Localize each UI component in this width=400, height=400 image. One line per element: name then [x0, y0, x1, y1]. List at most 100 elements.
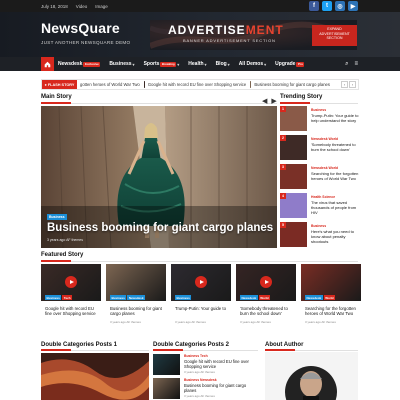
trending-title[interactable]: Here's what you need to know about penal…	[311, 229, 359, 244]
trending-category[interactable]: Newsdesk World	[311, 137, 338, 141]
author-avatar[interactable]	[265, 352, 358, 400]
nav-tag: Breaking	[160, 61, 177, 67]
featured-title[interactable]: Trump-Putin: Your guide to	[175, 306, 231, 311]
topbar-link-video[interactable]: Video	[76, 4, 87, 9]
youtube-icon[interactable]: ▶	[348, 1, 358, 11]
category-badge[interactable]: Tech	[62, 295, 73, 300]
ticker-next-button[interactable]: ›	[349, 81, 356, 88]
play-icon[interactable]	[65, 276, 77, 288]
nav-item-upgrade[interactable]: Upgrade Pro	[275, 61, 305, 67]
main-story-prev-icon[interactable]: ◀	[262, 97, 267, 105]
topbar-link-image[interactable]: Image	[95, 4, 108, 9]
nav-item-sports[interactable]: Sports Breaking ▾	[144, 61, 180, 67]
category-badge[interactable]: Newsdesk	[305, 295, 323, 300]
trending-item[interactable]: 4 Health Science The virus that saved thou…	[280, 193, 358, 220]
trending-category[interactable]: Business	[311, 224, 326, 228]
post-thumb[interactable]	[153, 378, 180, 399]
ticker-prev-button[interactable]: ‹	[341, 81, 348, 88]
category-badge[interactable]: Newsdesk	[127, 295, 146, 300]
trending-category[interactable]: Business	[311, 108, 326, 112]
trending-rank: 3	[280, 164, 286, 170]
featured-card[interactable]: Business Newsdesk Business booming for gia…	[106, 264, 166, 334]
flash-ticker: ● FLASH STORY gotten heroes of World War…	[41, 79, 359, 90]
category-badge[interactable]: Business	[110, 295, 127, 300]
nav-item-blog[interactable]: Blog ▾	[216, 61, 230, 67]
facebook-icon[interactable]: f	[309, 1, 319, 11]
category-badge[interactable]: Business	[175, 295, 192, 300]
trending-title[interactable]: Searching for the forgotten heroes of Wo…	[311, 171, 359, 181]
ticker-item[interactable]: gotten heroes of World War Two	[80, 82, 140, 87]
double-categories-1-image[interactable]	[41, 353, 149, 400]
ad-expand-badge[interactable]: EXPAND ADVERTISEMENT SECTION	[312, 25, 357, 46]
trending-category[interactable]: Health Science	[311, 195, 335, 199]
chevron-down-icon: ▾	[204, 61, 207, 67]
home-button[interactable]	[41, 57, 54, 71]
category-badge[interactable]: World	[258, 295, 271, 300]
featured-card[interactable]: Business Tech Google hit with record EU fi…	[41, 264, 101, 334]
main-story-category[interactable]: Business	[47, 214, 67, 220]
divider-accent	[280, 102, 310, 104]
post-category[interactable]: Business Tech	[184, 354, 208, 358]
featured-title[interactable]: 'Somebody threatened to burn the school …	[240, 306, 296, 317]
ad-subtitle: BANNER ADVERTISEMENT SECTION	[183, 38, 276, 43]
trending-title[interactable]: Trump-Putin: Your guide to help understa…	[311, 113, 359, 123]
double-categories-1-heading: Double Categories Posts 1	[41, 342, 118, 348]
main-nav: Newsdesk Exclusive Business ▾ Sports Breaking…	[0, 57, 400, 71]
featured-card[interactable]: Business Trump-Putin: Your guide to 3 year…	[171, 264, 231, 334]
featured-heading: Featured Story	[41, 252, 84, 258]
featured-card[interactable]: Newsdesk World Searching for the forgotten…	[301, 264, 361, 334]
twitter-icon[interactable]: t	[322, 1, 332, 11]
ticker-item[interactable]: Business booming for giant cargo planes	[254, 82, 330, 87]
featured-title[interactable]: Google hit with record EU fine over Shop…	[45, 306, 101, 317]
category-badge[interactable]: Newsdesk	[240, 295, 258, 300]
divider-accent	[41, 260, 71, 262]
featured-title[interactable]: Searching for the forgotten heroes of Wo…	[305, 306, 361, 317]
category-badge[interactable]: Business	[45, 295, 62, 300]
trending-title[interactable]: The virus that saved thousands of people…	[311, 200, 359, 215]
nav-tag: Pro	[296, 61, 305, 67]
play-icon[interactable]	[195, 276, 207, 288]
category-badge[interactable]: World	[323, 295, 336, 300]
post-category[interactable]: Business Newsdesk	[184, 378, 217, 382]
site-logo[interactable]: NewsQuare	[41, 20, 120, 36]
search-icon[interactable]: ⌕	[345, 61, 348, 68]
nav-item-all-demos[interactable]: All Demos ▾	[239, 61, 266, 67]
divider	[41, 103, 277, 104]
featured-title[interactable]: Business booming for giant cargo planes	[110, 306, 166, 317]
post-thumb[interactable]	[153, 354, 180, 375]
trending-item[interactable]: 5 Business Here's what you need to know ab…	[280, 222, 358, 249]
date-label: July 18, 2018	[41, 3, 68, 9]
trending-item[interactable]: 2 Newsdesk World 'Somebody threatened to b…	[280, 135, 358, 162]
play-icon[interactable]	[260, 276, 272, 288]
nav-tag: Exclusive	[83, 61, 101, 67]
double-categories-2-item[interactable]: Business Tech Google hit with record EU f…	[153, 354, 258, 376]
menu-icon[interactable]: ≡	[354, 61, 358, 67]
featured-card[interactable]: Newsdesk World 'Somebody threatened to bur…	[236, 264, 296, 334]
chevron-down-icon: ▾	[227, 61, 230, 67]
trending-rank: 4	[280, 193, 286, 199]
post-title[interactable]: Google hit with record EU fine over Shop…	[184, 359, 258, 369]
featured-meta: 3 years ago AF themes	[175, 320, 206, 324]
nav-item-health[interactable]: Health ▾	[188, 61, 206, 67]
trending-item[interactable]: 3 Newsdesk World Searching for the forgott…	[280, 164, 358, 191]
main-story-next-icon[interactable]: ▶	[271, 97, 276, 105]
main-story-title[interactable]: Business booming for giant cargo planes	[47, 222, 273, 234]
advertisement-banner[interactable]: ADVERTISEMENT BANNER ADVERTISEMENT SECTI…	[150, 20, 357, 50]
trending-category[interactable]: Newsdesk World	[311, 166, 338, 170]
instagram-icon[interactable]: ◎	[335, 1, 345, 11]
chevron-down-icon: ▾	[264, 61, 267, 67]
trending-rank: 2	[280, 135, 286, 141]
nav-item-newsdesk[interactable]: Newsdesk Exclusive	[58, 61, 101, 67]
trending-item[interactable]: 1 Business Trump-Putin: Your guide to help…	[280, 106, 358, 133]
trending-heading: Trending Story	[280, 94, 323, 100]
double-categories-2-item[interactable]: Business Newsdesk Business booming for gi…	[153, 378, 258, 400]
ad-title: ADVERTISEMENT	[168, 23, 284, 37]
trending-title[interactable]: 'Somebody threatened to burn the school …	[311, 142, 359, 152]
featured-meta: 3 years ago AF themes	[240, 320, 271, 324]
divider-accent	[41, 102, 71, 104]
home-icon	[44, 61, 51, 67]
social-links: f t ◎ ▶	[309, 1, 358, 11]
post-title[interactable]: Business booming for giant cargo planes	[184, 383, 258, 393]
ticker-item[interactable]: Google hit with record EU fine over Shop…	[148, 82, 246, 87]
nav-item-business[interactable]: Business ▾	[109, 61, 134, 67]
